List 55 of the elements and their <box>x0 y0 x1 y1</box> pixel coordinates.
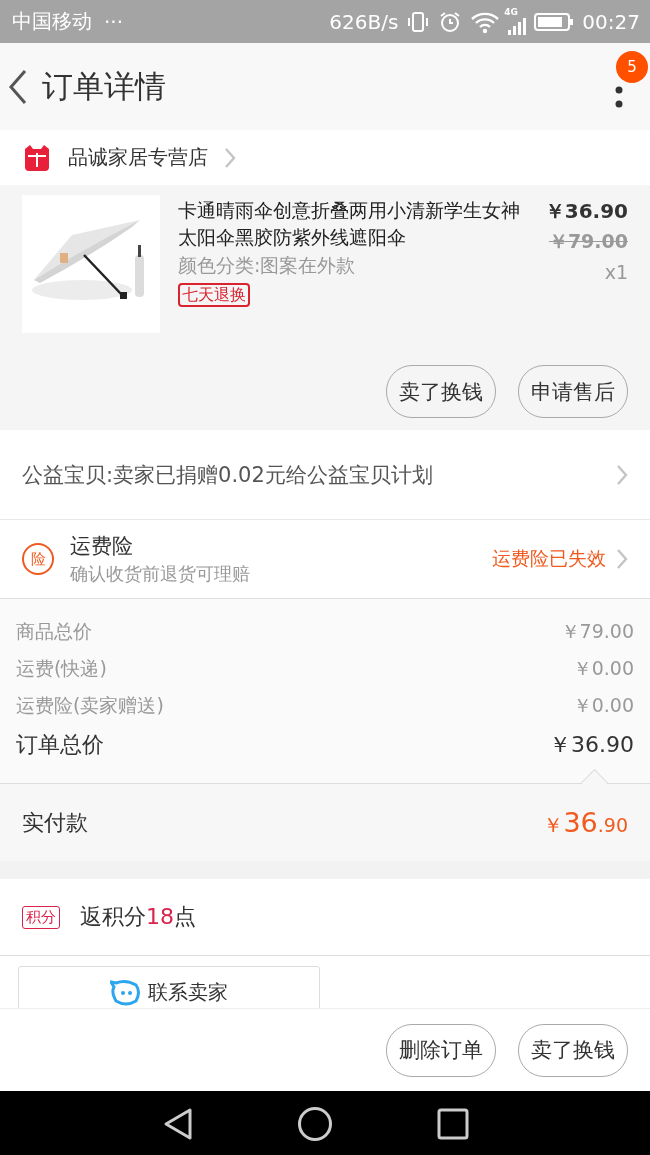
product-price: ￥36.90 <box>544 198 628 225</box>
action-button[interactable]: 删除订单 <box>386 1023 496 1077</box>
product-variant: 颜色分类:图案在外款 <box>178 253 357 278</box>
home-nav-button[interactable] <box>297 1105 333 1142</box>
product-title[interactable]: 卡通晴雨伞创意折叠两用小清新学生女神太阳伞黑胶防紫外线遮阳伞 <box>178 197 537 251</box>
chat-icon <box>110 979 142 1007</box>
total-value: ￥36.90 <box>549 731 634 759</box>
insurance-icon: 险 <box>22 543 54 575</box>
battery-icon <box>534 10 575 33</box>
clock-time: 00:27 <box>582 9 640 34</box>
insurance-status: 运费险已失效 <box>492 546 606 571</box>
shop-name: 品诚家居专营店 <box>68 144 208 171</box>
shop-row[interactable]: 品诚家居专营店 <box>0 130 650 185</box>
back-button[interactable] <box>8 68 28 105</box>
product-quantity: x1 <box>604 261 628 283</box>
fee-value: ￥79.00 <box>560 619 634 644</box>
charity-text: 公益宝贝:卖家已捐赠0.02元给公益宝贝计划 <box>22 461 433 489</box>
fee-label: 商品总价 <box>16 619 92 644</box>
carrier-name: 中国移动 <box>12 8 92 35</box>
network-type: 4G <box>504 6 518 17</box>
square-recents-icon <box>437 1107 469 1140</box>
charity-row[interactable]: 公益宝贝:卖家已捐赠0.02元给公益宝贝计划 <box>0 430 650 520</box>
points-badge: 积分 <box>22 905 60 929</box>
action-button[interactable]: 申请售后 <box>518 365 628 418</box>
chevron-right-icon <box>616 463 628 486</box>
chevron-right-icon <box>224 146 236 169</box>
network-speed: 626B/s <box>329 9 399 34</box>
return-policy-tag: 七天退换 <box>178 283 250 307</box>
chevron-right-icon <box>616 548 628 570</box>
original-price: ￥79.00 <box>548 229 628 254</box>
contact-seller-button[interactable]: 联系卖家 <box>18 966 320 1008</box>
paid-label: 实付款 <box>22 808 88 837</box>
recents-nav-button[interactable] <box>437 1107 469 1140</box>
paid-amount: ￥36.90 <box>543 806 628 839</box>
triangle-back-icon <box>163 1106 193 1141</box>
vibrate-icon <box>406 9 431 34</box>
action-button[interactable]: 卖了换钱 <box>386 365 496 418</box>
insurance-title: 运费险 <box>70 533 134 560</box>
back-icon <box>8 68 28 105</box>
fee-label: 运费险(卖家赠送) <box>16 693 164 718</box>
more-indicator: ··· <box>104 9 124 34</box>
fee-value: ￥0.00 <box>572 693 634 718</box>
store-logo-icon <box>22 144 52 171</box>
points-text: 返积分18点 <box>80 903 196 931</box>
notification-badge: 5 <box>616 50 648 83</box>
total-label: 订单总价 <box>16 731 104 759</box>
page-title: 订单详情 <box>42 66 166 106</box>
more-icon <box>615 85 623 108</box>
action-button[interactable]: 卖了换钱 <box>518 1023 628 1077</box>
circle-home-icon <box>297 1105 333 1142</box>
insurance-subtitle: 确认收货前退货可理赔 <box>70 562 250 586</box>
back-nav-button[interactable] <box>163 1106 193 1141</box>
signal-icon <box>508 16 527 35</box>
fee-label: 运费(快递) <box>16 656 107 681</box>
fee-value: ￥0.00 <box>572 656 634 681</box>
